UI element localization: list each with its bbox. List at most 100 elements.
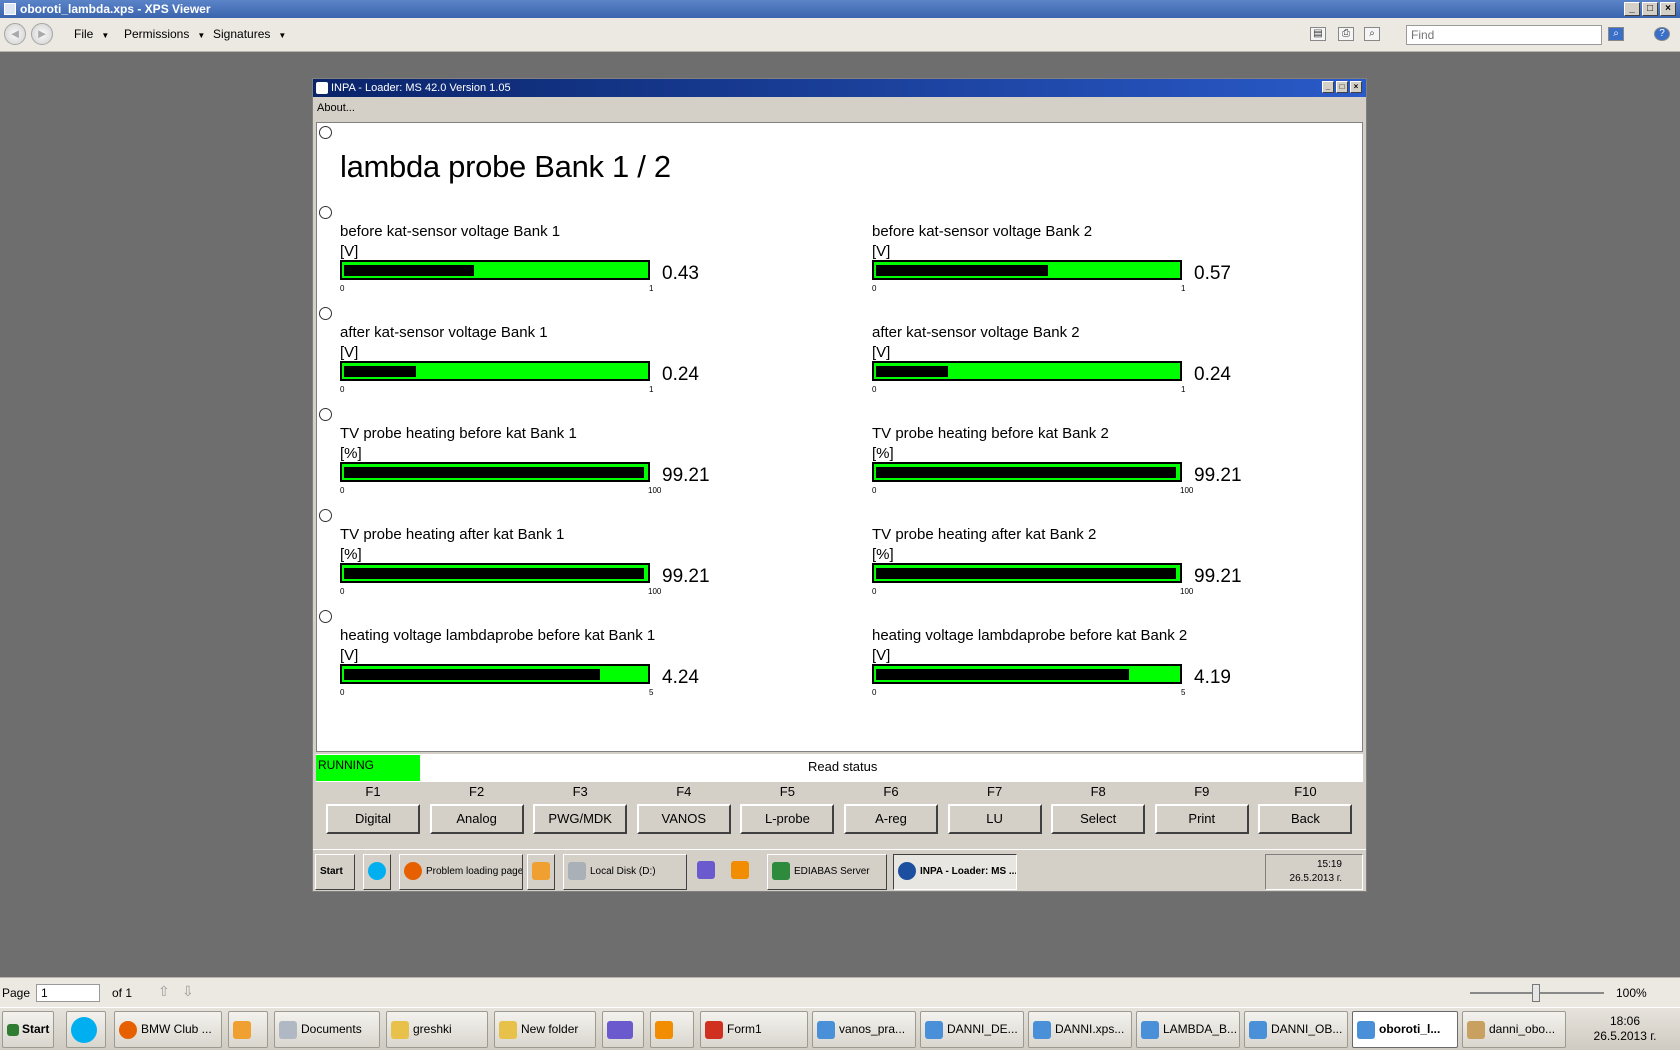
gauge-unit: [%] xyxy=(872,445,894,462)
inpa-minimize-button[interactable]: _ xyxy=(1322,81,1334,93)
media-player-icon[interactable] xyxy=(228,1011,268,1048)
inner-start-button[interactable]: Start xyxy=(315,854,355,890)
fkey-button-a-reg[interactable]: A-reg xyxy=(844,804,938,834)
gauge-value: 99.21 xyxy=(1194,566,1242,587)
inner-task-local-disk[interactable]: Local Disk (D:) xyxy=(563,854,687,890)
vlc-icon[interactable] xyxy=(727,854,755,890)
menu-permissions[interactable]: Permissions ▼ xyxy=(124,27,205,41)
fkey-button-analog[interactable]: Analog xyxy=(429,804,524,834)
document-icon[interactable]: ▤ xyxy=(1310,27,1326,41)
task-oboroti[interactable]: oboroti_l... xyxy=(1352,1011,1458,1048)
gauge-max: 100 xyxy=(1180,587,1194,596)
inpa-close-button[interactable]: × xyxy=(1350,81,1362,93)
row-marker-icon xyxy=(319,206,332,219)
search-icon[interactable]: ⌕ xyxy=(1608,27,1624,41)
xps-file-icon xyxy=(1357,1020,1375,1039)
gauge-unit: [V] xyxy=(872,344,891,361)
start-button[interactable]: Start xyxy=(2,1011,54,1048)
paint-icon xyxy=(1467,1020,1485,1039)
status-badge: RUNNING xyxy=(316,755,420,781)
fkey-button-lu[interactable]: LU xyxy=(947,804,1042,834)
fkey-button-digital[interactable]: Digital xyxy=(326,804,420,834)
gauge-min: 0 xyxy=(872,385,877,394)
zoom-slider-thumb[interactable] xyxy=(1532,984,1540,1002)
task-greshki[interactable]: greshki xyxy=(386,1011,488,1048)
back-arrow-icon[interactable]: ◄ xyxy=(4,23,26,45)
page-label: Page xyxy=(2,986,31,1000)
windows-flag-icon xyxy=(7,1023,19,1036)
minimize-button[interactable]: _ xyxy=(1624,2,1640,16)
page-up-icon[interactable]: ⇧ xyxy=(158,983,170,1000)
gauge-max: 1 xyxy=(649,385,654,394)
bowtie-icon[interactable] xyxy=(693,854,721,890)
help-icon[interactable]: ? xyxy=(1654,27,1670,41)
inner-task-inpa[interactable]: INPA - Loader: MS ... xyxy=(893,854,1017,890)
fkey-label-f7: F7 xyxy=(987,784,1003,799)
documents-icon xyxy=(279,1020,297,1039)
gauge-min: 0 xyxy=(872,587,877,596)
task-danni-ob[interactable]: DANNI_OB... xyxy=(1244,1011,1348,1048)
task-new-folder[interactable]: New folder xyxy=(494,1011,596,1048)
fkey-button-pwg-mdk[interactable]: PWG/MDK xyxy=(533,804,628,834)
inpa-maximize-button[interactable]: □ xyxy=(1336,81,1348,93)
menu-signatures[interactable]: Signatures ▼ xyxy=(213,27,286,41)
fkey-button-select[interactable]: Select xyxy=(1051,804,1146,834)
task-danni-obo[interactable]: danni_obo... xyxy=(1462,1011,1566,1048)
fkey-button-back[interactable]: Back xyxy=(1258,804,1353,834)
folder-icon xyxy=(499,1020,517,1039)
task-bmw-club[interactable]: BMW Club ... xyxy=(114,1011,222,1048)
task-lambda[interactable]: LAMBDA_B... xyxy=(1136,1011,1240,1048)
skype-icon[interactable] xyxy=(66,1011,106,1048)
fkey-button-l-probe[interactable]: L-probe xyxy=(740,804,835,834)
media-player-icon[interactable] xyxy=(527,854,555,890)
gauge-label: TV probe heating after kat Bank 1 xyxy=(340,526,565,543)
menu-about[interactable]: About... xyxy=(317,102,355,114)
gauge-bar xyxy=(872,462,1182,482)
ediabas-icon xyxy=(772,862,790,881)
inner-task-firefox[interactable]: Problem loading page... xyxy=(399,854,523,890)
maximize-button[interactable]: □ xyxy=(1642,2,1658,16)
fkey-button-vanos[interactable]: VANOS xyxy=(636,804,731,834)
bowtie-icon[interactable] xyxy=(602,1011,644,1048)
fkey-label-f9: F9 xyxy=(1194,784,1210,799)
page-count: of 1 xyxy=(112,986,133,1000)
skype-icon[interactable] xyxy=(363,854,391,890)
print-icon[interactable]: ⎙ xyxy=(1338,27,1354,41)
close-button[interactable]: × xyxy=(1660,2,1676,16)
task-danni-xps[interactable]: DANNI.xps... xyxy=(1028,1011,1132,1048)
fkey-button-print[interactable]: Print xyxy=(1154,804,1249,834)
xps-file-icon xyxy=(1249,1020,1267,1039)
gauge-value: 99.21 xyxy=(1194,465,1242,486)
find-input[interactable] xyxy=(1406,25,1602,45)
gauge-label: before kat-sensor voltage Bank 1 xyxy=(340,223,561,240)
gauge-label: TV probe heating before kat Bank 1 xyxy=(340,425,577,442)
page-number-input[interactable] xyxy=(36,984,100,1002)
status-row: RUNNING Read status xyxy=(316,754,1363,782)
system-clock: 18:06 26.5.2013 г. xyxy=(1593,1014,1657,1043)
forward-arrow-icon[interactable]: ► xyxy=(31,23,53,45)
zoom-view-icon[interactable]: ⌕ xyxy=(1364,27,1380,41)
menu-file[interactable]: File ▼ xyxy=(74,27,109,41)
gauge-max: 100 xyxy=(1180,486,1194,495)
task-danni-de[interactable]: DANNI_DE... xyxy=(920,1011,1024,1048)
task-vanos[interactable]: vanos_pra... xyxy=(812,1011,916,1048)
task-form1[interactable]: Form1 xyxy=(700,1011,808,1048)
task-documents[interactable]: Documents xyxy=(274,1011,380,1048)
gauge-bar xyxy=(340,664,650,684)
inpa-window: INPA - Loader: MS 42.0 Version 1.05 _ □ … xyxy=(312,78,1367,892)
fkey-label-f3: F3 xyxy=(572,784,588,799)
inner-clock: 15:19 26.5.2013 г. xyxy=(1265,854,1363,890)
gauge-unit: [V] xyxy=(872,243,891,260)
inner-task-ediabas[interactable]: EDIABAS Server xyxy=(767,854,887,890)
xps-file-icon xyxy=(1033,1020,1051,1039)
bmw-icon xyxy=(898,862,916,881)
row-marker-icon xyxy=(319,408,332,421)
form-icon xyxy=(705,1020,723,1039)
drive-icon xyxy=(568,862,586,881)
gauge-canvas: lambda probe Bank 1 / 2 before kat-senso… xyxy=(316,122,1363,752)
xps-viewer-title-bar: oboroti_lambda.xps - XPS Viewer _ □ × xyxy=(0,0,1680,18)
vlc-icon[interactable] xyxy=(650,1011,694,1048)
gauge-max: 1 xyxy=(649,284,654,293)
zoom-level: 100% xyxy=(1616,986,1647,1000)
page-down-icon[interactable]: ⇩ xyxy=(182,983,194,1000)
